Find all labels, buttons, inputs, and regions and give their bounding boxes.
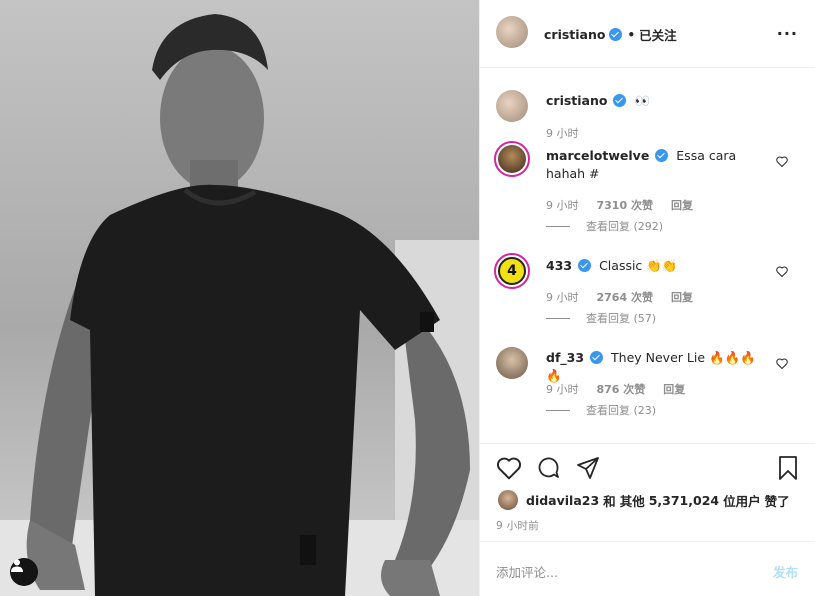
- liker-username[interactable]: didavila23: [526, 493, 599, 508]
- caption-time: 9 小时: [546, 127, 579, 140]
- verified-icon: [609, 28, 623, 41]
- comment-time: 9 小时: [546, 383, 579, 396]
- comment-avatar[interactable]: 4: [494, 253, 530, 289]
- replies-line: [546, 225, 570, 227]
- reply-button[interactable]: 回复: [671, 289, 693, 305]
- view-replies[interactable]: 查看回复 (57): [546, 310, 656, 326]
- replies-line: [546, 317, 570, 319]
- comment-username[interactable]: 433: [546, 258, 572, 273]
- likes-count[interactable]: 5,371,024: [649, 493, 719, 508]
- comment-username[interactable]: df_33: [546, 350, 584, 365]
- view-replies-label[interactable]: 查看回复 (57): [586, 310, 656, 326]
- comment-likes[interactable]: 7310 次赞: [597, 197, 653, 213]
- comments-list: cristiano 👀 9 小时 marcelotwelve Essa cara…: [480, 69, 815, 443]
- comment-meta: 9 小时 876 次赞 回复: [546, 381, 685, 397]
- avatar-433-text: 4: [498, 257, 526, 285]
- post-sidebar: cristiano • 已关注 ··· cristiano 👀 9 小时 mar…: [479, 0, 815, 596]
- reply-button[interactable]: 回复: [671, 197, 693, 213]
- comment-likes[interactable]: 876 次赞: [597, 381, 646, 397]
- verified-icon: [578, 259, 592, 272]
- likes-liked: 赞了: [764, 493, 790, 509]
- following-button[interactable]: 已关注: [639, 25, 677, 44]
- comment-likes[interactable]: 2764 次赞: [597, 289, 653, 305]
- verified-icon: [655, 149, 669, 162]
- post-header: cristiano • 已关注 ···: [480, 0, 815, 68]
- post-comment-button[interactable]: 发布: [773, 562, 798, 581]
- post-timestamp[interactable]: 9 小时前: [496, 518, 539, 533]
- comment-input[interactable]: 添加评论...: [496, 562, 558, 581]
- view-replies-label[interactable]: 查看回复 (292): [586, 218, 663, 234]
- heart-icon[interactable]: [496, 456, 522, 480]
- author-username[interactable]: cristiano: [544, 27, 605, 42]
- caption-avatar[interactable]: [496, 90, 528, 122]
- verified-icon: [590, 351, 604, 364]
- bookmark-icon[interactable]: [778, 456, 798, 480]
- caption-username[interactable]: cristiano: [546, 93, 607, 108]
- comment-avatar[interactable]: [494, 141, 530, 177]
- comment-time: 9 小时: [546, 199, 579, 212]
- add-comment-bar: 添加评论... 发布: [480, 541, 815, 596]
- comment-time: 9 小时: [546, 291, 579, 304]
- caption-text: 👀: [634, 93, 651, 108]
- replies-line: [546, 409, 570, 411]
- view-replies-label[interactable]: 查看回复 (23): [586, 402, 656, 418]
- comment-like-icon[interactable]: [776, 156, 788, 167]
- comment-like-icon[interactable]: [776, 358, 788, 369]
- comment-username[interactable]: marcelotwelve: [546, 148, 649, 163]
- likes-and: 和: [603, 493, 616, 509]
- more-icon[interactable]: ···: [777, 24, 798, 43]
- user-tag-icon: [11, 559, 23, 572]
- reply-button[interactable]: 回复: [663, 381, 685, 397]
- comment-body: marcelotwelve Essa cara hahah #: [546, 147, 771, 183]
- caption-meta: 9 小时: [546, 125, 579, 141]
- comment-body: df_33 They Never Lie 🔥🔥🔥🔥: [546, 349, 771, 385]
- caption: cristiano 👀: [546, 92, 771, 110]
- likes-others[interactable]: 其他: [620, 491, 645, 510]
- author-avatar[interactable]: [496, 16, 528, 48]
- comment-text: Classic 👏👏: [599, 258, 678, 273]
- comment-meta: 9 小时 7310 次赞 回复: [546, 197, 693, 213]
- post-photo[interactable]: [0, 0, 479, 596]
- comment-like-icon[interactable]: [776, 266, 788, 277]
- share-icon[interactable]: [576, 456, 600, 480]
- comment-avatar[interactable]: [496, 347, 528, 379]
- view-replies[interactable]: 查看回复 (292): [546, 218, 663, 234]
- author-name-row: cristiano • 已关注: [544, 25, 677, 44]
- post-actions: didavila23 和 其他 5,371,024 位用户 赞了 9 小时前: [480, 443, 815, 541]
- verified-icon: [613, 94, 627, 107]
- view-replies[interactable]: 查看回复 (23): [546, 402, 656, 418]
- liker-avatar[interactable]: [498, 490, 518, 510]
- separator-dot: •: [627, 27, 636, 42]
- comment-meta: 9 小时 2764 次赞 回复: [546, 289, 693, 305]
- likes-summary: didavila23 和 其他 5,371,024 位用户 赞了: [498, 490, 790, 510]
- likes-suffix[interactable]: 位用户: [723, 491, 761, 510]
- comment-body: 433 Classic 👏👏: [546, 257, 771, 275]
- portrait-illustration: [0, 14, 479, 596]
- user-tag-button[interactable]: [10, 558, 38, 586]
- post-dialog: cristiano • 已关注 ··· cristiano 👀 9 小时 mar…: [0, 0, 815, 596]
- comment-icon[interactable]: [536, 456, 561, 480]
